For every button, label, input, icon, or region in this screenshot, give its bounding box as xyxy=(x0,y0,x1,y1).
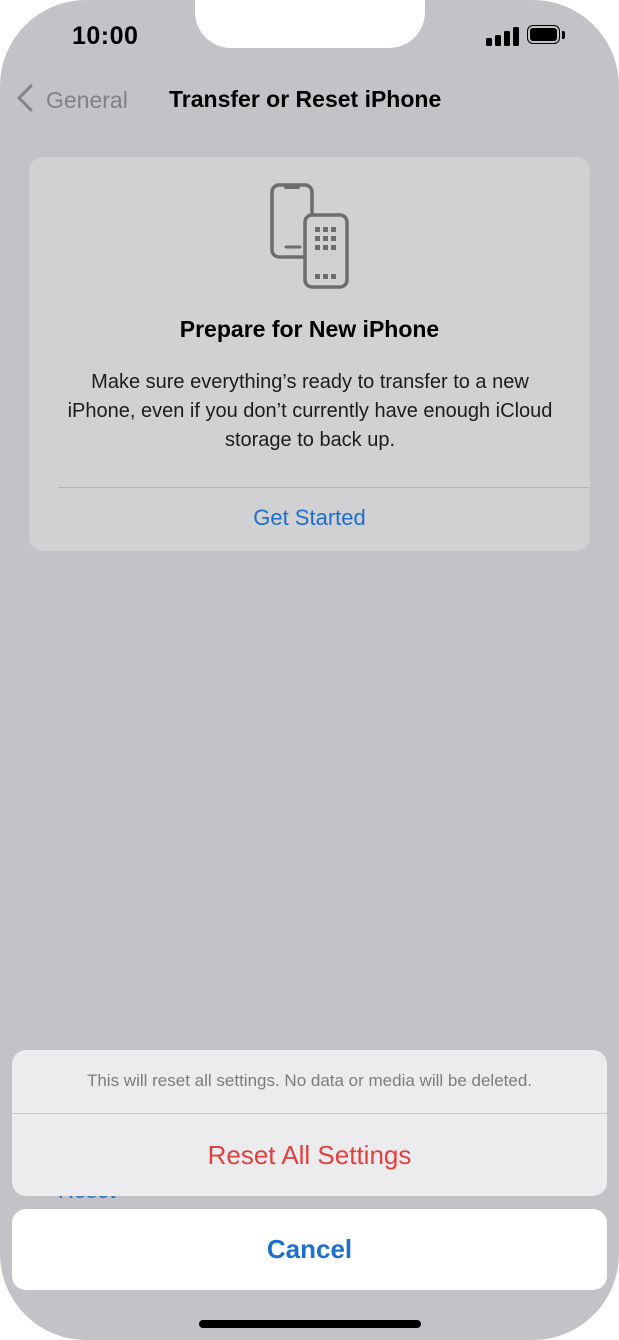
reset-all-settings-button[interactable]: Reset All Settings xyxy=(12,1114,607,1196)
page-title: Transfer or Reset iPhone xyxy=(169,86,442,112)
get-started-button[interactable]: Get Started xyxy=(29,505,590,531)
home-indicator[interactable] xyxy=(199,1320,421,1328)
chevron-left-icon xyxy=(14,82,36,119)
status-time: 10:00 xyxy=(72,22,139,50)
back-button[interactable]: General xyxy=(14,84,128,116)
action-sheet-message: This will reset all settings. No data or… xyxy=(86,1071,533,1090)
display-notch xyxy=(195,0,425,48)
battery-full-icon xyxy=(527,25,565,46)
cancel-button[interactable]: Cancel xyxy=(12,1209,607,1290)
cellular-signal-icon xyxy=(486,26,520,46)
action-sheet: This will reset all settings. No data or… xyxy=(12,1050,607,1196)
card-description: Make sure everything’s ready to transfer… xyxy=(67,371,553,451)
card-divider xyxy=(58,487,590,488)
phone-screen: 10:00 General Transfer or Reset iPhone P… xyxy=(0,0,619,1340)
back-button-label: General xyxy=(46,86,128,113)
two-iphones-icon xyxy=(268,181,352,293)
card-title: Prepare for New iPhone xyxy=(179,316,440,342)
